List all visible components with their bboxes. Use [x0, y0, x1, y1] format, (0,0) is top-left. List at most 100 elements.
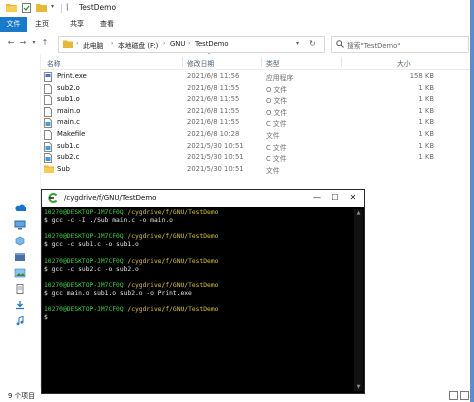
file-size: 1 KB	[418, 129, 434, 138]
file-row[interactable]: Makefile 2021/6/8 10:28 文件 1 KB	[41, 129, 474, 141]
breadcrumb-drive[interactable]: 本地磁盘 (F:)	[118, 40, 158, 50]
file-type: C 文件	[266, 120, 287, 129]
terminal-title-bar[interactable]: /cygdrive/f/GNU/TestDemo — ☐ ✕	[42, 190, 364, 207]
window-title: TestDemo	[79, 3, 117, 12]
downloads-icon[interactable]	[14, 300, 26, 310]
file-name: sub1.o	[57, 95, 80, 104]
file-type: 应用程序	[266, 74, 294, 82]
file-name: sub2.c	[57, 153, 80, 162]
music-icon[interactable]	[14, 315, 26, 326]
file-date: 2021/5/30 10:51	[187, 141, 244, 150]
terminal-command-line: $ gcc -c -I ./Sub main.c -o main.o	[44, 217, 173, 225]
large-icons-view-icon[interactable]	[460, 391, 469, 400]
title-separator	[61, 4, 62, 13]
file-row[interactable]: Print.exe 2021/6/8 11:56 应用程序 158 KB	[41, 71, 474, 83]
terminal-prompt-line: 10270@DESKTOP-JM7CF0Q /cygdrive/f/GNU/Te…	[44, 258, 352, 266]
onedrive-icon[interactable]	[14, 204, 27, 214]
scroll-down-icon[interactable]: ▼	[355, 384, 362, 390]
column-name-header[interactable]: 名称	[47, 58, 61, 68]
forward-button[interactable]: →	[18, 38, 28, 48]
properties-icon[interactable]	[22, 3, 31, 13]
terminal-prompt-line: 10270@DESKTOP-JM7CF0Q /cygdrive/f/GNU/Te…	[44, 282, 352, 290]
breadcrumb-gnu[interactable]: GNU	[170, 40, 185, 48]
address-bar[interactable]: › 此电脑 › 本地磁盘 (F:) › GNU › TestDemo ▾ ↻	[58, 36, 325, 53]
file-row[interactable]: main.c 2021/6/8 11:55 C 文件 1 KB	[41, 117, 474, 129]
column-type-header[interactable]: 类型	[266, 58, 280, 68]
terminal-window[interactable]: /cygdrive/f/GNU/TestDemo — ☐ ✕ 10270@DES…	[41, 189, 365, 394]
terminal-command-line: $ gcc main.o sub1.o sub2.o -o Print.exe	[44, 289, 192, 297]
file-size: 1 KB	[418, 106, 434, 115]
column-size-header[interactable]: 大小	[397, 58, 411, 68]
file-name: Makefile	[57, 129, 86, 138]
objects-3d-icon[interactable]	[14, 236, 26, 246]
tab-file[interactable]: 文件	[0, 17, 27, 32]
refresh-icon[interactable]: ↻	[309, 39, 316, 48]
quick-access-dropdown-icon[interactable]: ▾	[51, 3, 54, 10]
column-date-header[interactable]: 修改日期	[187, 58, 214, 68]
prompt-path: /cygdrive/f/GNU/TestDemo	[127, 281, 219, 289]
recent-dropdown-icon[interactable]: ▾	[29, 38, 39, 48]
desktop-background-strip	[470, 0, 474, 402]
prompt-user: 10270@DESKTOP-JM7CF0Q	[44, 306, 124, 314]
file-date: 2021/6/8 11:55	[187, 83, 240, 92]
this-pc-icon[interactable]	[14, 220, 26, 230]
terminal-prompt-line: 10270@DESKTOP-JM7CF0Q /cygdrive/f/GNU/Te…	[44, 209, 352, 217]
file-size: 1 KB	[418, 153, 434, 162]
tab-share[interactable]: 共享	[68, 17, 86, 32]
chevron-right-icon: ›	[76, 40, 79, 47]
terminal-scrollbar[interactable]: ▲ ▼	[354, 209, 363, 391]
folder-icon	[6, 3, 17, 12]
file-type: O 文件	[266, 108, 288, 117]
file-row[interactable]: main.o 2021/6/8 11:55 O 文件 1 KB	[41, 106, 474, 118]
file-row[interactable]: sub2.c 2021/5/30 10:51 C 文件 1 KB	[41, 152, 474, 164]
file-row[interactable]: sub1.c 2021/5/30 10:51 C 文件 1 KB	[41, 141, 474, 153]
file-date: 2021/5/30 10:51	[187, 164, 244, 173]
file-date: 2021/5/30 10:51	[187, 153, 244, 162]
column-divider[interactable]	[341, 57, 342, 67]
file-name: sub2.o	[57, 83, 80, 92]
terminal-output[interactable]: 10270@DESKTOP-JM7CF0Q /cygdrive/f/GNU/Te…	[44, 209, 352, 391]
back-button[interactable]: ←	[6, 38, 16, 48]
c-file-icon	[44, 153, 52, 164]
c-file-icon	[44, 118, 52, 129]
pictures-icon[interactable]	[14, 268, 26, 278]
file-size: 158 KB	[409, 72, 434, 80]
file-date: 2021/6/8 10:28	[187, 129, 240, 138]
search-input[interactable]: 搜索"TestDemo"	[331, 36, 469, 53]
file-size: 1 KB	[418, 118, 434, 127]
new-folder-icon[interactable]	[36, 3, 47, 12]
breadcrumb-this-pc[interactable]: 此电脑	[83, 40, 103, 50]
up-button[interactable]: ↑	[40, 38, 50, 48]
prompt-user: 10270@DESKTOP-JM7CF0Q	[44, 257, 124, 265]
file-name: sub1.c	[57, 141, 80, 150]
file-icon	[44, 83, 52, 94]
details-view-icon[interactable]	[449, 391, 458, 400]
tab-home[interactable]: 主页	[33, 17, 51, 32]
documents-icon[interactable]	[14, 284, 26, 294]
address-dropdown-icon[interactable]: ▾	[296, 40, 299, 47]
videos-icon[interactable]	[14, 252, 26, 262]
tab-view[interactable]: 查看	[98, 17, 116, 32]
cygwin-icon	[48, 193, 58, 203]
file-name: main.c	[57, 118, 80, 127]
search-placeholder: 搜索"TestDemo"	[347, 42, 401, 50]
file-type: O 文件	[266, 85, 288, 94]
file-row[interactable]: Sub 2021/5/30 10:51 文件	[41, 164, 474, 176]
minimize-button[interactable]: —	[310, 192, 324, 204]
maximize-button[interactable]: ☐	[328, 192, 342, 204]
scroll-up-icon[interactable]: ▲	[355, 210, 362, 216]
file-icon	[44, 106, 52, 117]
item-count: 9 个项目	[8, 392, 35, 400]
exe-icon	[44, 72, 52, 82]
column-divider[interactable]	[182, 57, 183, 67]
close-button[interactable]: ✕	[346, 192, 360, 204]
file-row[interactable]: sub2.o 2021/6/8 11:55 O 文件 1 KB	[41, 83, 474, 95]
file-name: Sub	[57, 164, 70, 173]
breadcrumb-testdemo[interactable]: TestDemo	[195, 40, 229, 48]
file-type: O 文件	[266, 97, 288, 106]
column-divider[interactable]	[261, 57, 262, 67]
prompt-path: /cygdrive/f/GNU/TestDemo	[127, 209, 219, 216]
file-row[interactable]: sub1.o 2021/6/8 11:55 O 文件 1 KB	[41, 94, 474, 106]
